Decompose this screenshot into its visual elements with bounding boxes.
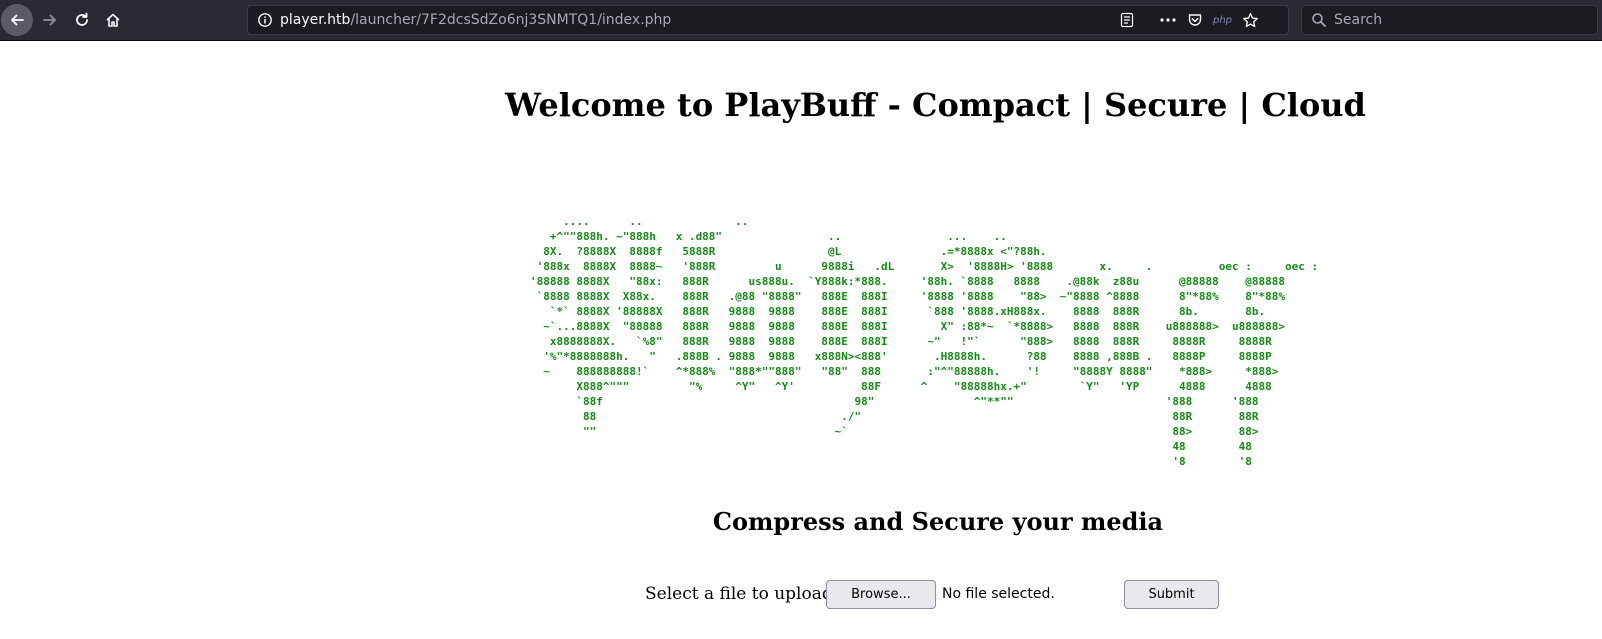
home-icon	[106, 13, 120, 27]
file-status-text: No file selected.	[942, 586, 1055, 602]
upload-label: Select a file to upload	[645, 584, 833, 604]
browser-toolbar: player.htb/launcher/7F2dcsSdZo6nj3SNMTQ1…	[0, 0, 1602, 41]
reload-icon	[76, 12, 88, 26]
address-bar[interactable]: player.htb/launcher/7F2dcsSdZo6nj3SNMTQ1…	[247, 5, 1289, 35]
forward-arrow-icon	[43, 14, 56, 26]
url-text[interactable]: player.htb/launcher/7F2dcsSdZo6nj3SNMTQ1…	[280, 6, 671, 34]
url-host: player.htb	[280, 12, 351, 28]
submit-button[interactable]: Submit	[1124, 580, 1219, 609]
search-icon	[1311, 6, 1327, 34]
search-bar[interactable]: Search	[1301, 5, 1598, 35]
back-arrow-icon	[11, 14, 24, 26]
browse-button[interactable]: Browse...	[826, 580, 936, 609]
back-button[interactable]	[1, 4, 33, 36]
php-extension-icon[interactable]: php	[1213, 6, 1232, 34]
pocket-icon[interactable]	[1187, 6, 1203, 34]
section-subtitle: Compress and Secure your media	[712, 507, 1164, 536]
search-placeholder: Search	[1334, 12, 1383, 28]
home-button[interactable]	[97, 4, 129, 36]
more-actions-icon[interactable]	[1159, 6, 1177, 34]
bookmark-star-icon[interactable]	[1242, 6, 1259, 34]
url-path: /launcher/7F2dcsSdZo6nj3SNMTQ1/index.php	[350, 12, 672, 28]
reload-button[interactable]	[66, 4, 98, 36]
page-title: Welcome to PlayBuff - Compact | Secure |…	[505, 86, 1366, 124]
reader-view-icon[interactable]	[1119, 6, 1135, 34]
ascii-art-logo: .... .. .. +^""888h. ~"888h x .d88" .. .…	[530, 215, 1319, 468]
site-info-icon[interactable]	[257, 6, 273, 34]
forward-button[interactable]	[34, 4, 66, 36]
